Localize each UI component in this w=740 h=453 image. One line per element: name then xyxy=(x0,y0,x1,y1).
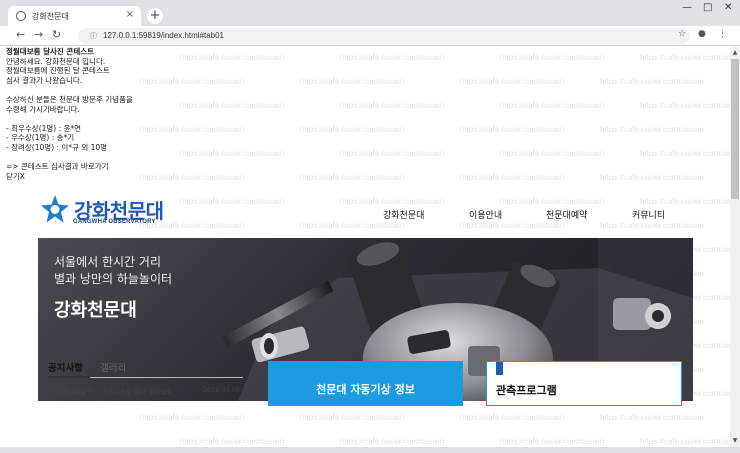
watermark-text: https://cafe.naver.com/ossam xyxy=(180,437,285,446)
page-viewport: https://cafe.naver.com/ossam https://cafe… xyxy=(0,47,730,447)
minimize-icon[interactable]: — xyxy=(682,2,692,13)
watermark-text: https://cafe.naver.com/ossam xyxy=(180,197,285,206)
star-logo-icon xyxy=(41,195,69,223)
nav-item-about[interactable]: 강화천문대 xyxy=(383,208,424,221)
watermark-text: https://cafe.naver.com/ossam xyxy=(300,221,405,230)
reload-icon[interactable]: ↻ xyxy=(52,28,61,41)
watermark-text: https://cafe.naver.com/ossam xyxy=(460,173,565,182)
notice-close-link[interactable]: 닫기X xyxy=(6,172,206,182)
new-tab-button[interactable]: + xyxy=(147,8,163,24)
watermark-text: https://cafe.naver.com/ossam xyxy=(340,197,445,206)
watermark-text: https://cafe.naver.com/ossam xyxy=(500,149,605,158)
url-text: 127.0.0.1:59819/index.html#tab01 xyxy=(103,31,224,40)
nav-item-guide[interactable]: 이용안내 xyxy=(469,208,502,221)
program-accent-bar xyxy=(496,362,503,375)
watermark-text: https://cafe.naver.com/ossam xyxy=(340,53,445,62)
favicon-icon xyxy=(16,11,26,21)
browser-tabbar: 강화천문대 × + — □ ✕ xyxy=(0,0,740,26)
notice-line: 정월대보름에 진행된 달 콘테스트 xyxy=(6,66,110,76)
watermark-text: https://cafe.naver.com/ossam xyxy=(460,125,565,134)
profile-icon[interactable]: ● xyxy=(698,29,706,39)
program-title: 관측프로그램 xyxy=(496,384,557,397)
watermark-text: https://cafe.naver.com/ossam xyxy=(640,437,730,446)
nav-item-reservation[interactable]: 천문대예약 xyxy=(546,208,587,221)
notice-line: 수령해 가시기바랍니다. xyxy=(6,104,80,114)
vertical-scrollbar[interactable]: ▲ ▼ xyxy=(730,47,740,447)
notice-line: 수상하신 분들은 천문대 방문후 기념품을 xyxy=(6,94,133,104)
watermark-text: https://cafe.naver.com/ossam xyxy=(500,437,605,446)
address-bar[interactable]: ⓘ 127.0.0.1:59819/index.html#tab01 xyxy=(78,28,690,44)
award-line: - 최우수상(1명) : 윤*연 xyxy=(6,123,82,133)
watermark-text: https://cafe.naver.com/ossam xyxy=(640,53,730,62)
watermark-text: https://cafe.naver.com/ossam xyxy=(460,413,565,422)
notice-item-date: 2019.03.05 xyxy=(202,386,240,394)
hero-subtitle-line: 별과 낭만의 하늘놀이터 xyxy=(54,272,173,286)
watermark-text: https://cafe.naver.com/ossam xyxy=(640,101,730,110)
watermark-text: https://cafe.naver.com/ossam xyxy=(140,413,245,422)
watermark-text: https://cafe.naver.com/ossam xyxy=(600,173,705,182)
watermark-text: https://cafe.naver.com/ossam xyxy=(640,149,730,158)
contest-notice-popup: 정월대보름 달사진 콘테스트 안녕하세요. 강화천문대 입니다. 정월대보름에 … xyxy=(6,47,206,181)
weather-info-box[interactable]: 천문대 자동기상 정보 xyxy=(268,361,463,406)
forward-icon[interactable]: → xyxy=(34,28,43,41)
hero-subtitle-line: 서울에서 한시간 거리 xyxy=(54,255,161,269)
menu-icon[interactable]: ⋮ xyxy=(718,29,727,39)
watermark-text: https://cafe.naver.com/ossam xyxy=(460,221,565,230)
watermark-text: https://cafe.naver.com/ossam xyxy=(600,125,705,134)
notice-list-item[interactable]: · 정월대보름 달사진 콘테스트 심사 결과발표 2019.03.05 xyxy=(52,386,240,396)
tab-close-icon[interactable]: × xyxy=(126,9,134,20)
scroll-down-icon[interactable]: ▼ xyxy=(730,437,740,444)
site-logo[interactable]: 강화천문대 GANGWHA OBSERVATORY xyxy=(40,194,164,225)
result-link[interactable]: => 콘테스트 심사결과 바로가기 xyxy=(6,162,206,172)
hero-subtitle: 서울에서 한시간 거리 별과 낭만의 하늘놀이터 xyxy=(54,254,172,288)
watermark-text: https://cafe.naver.com/ossam xyxy=(500,53,605,62)
browser-toolbar: ← → ↻ ⓘ 127.0.0.1:59819/index.html#tab01 … xyxy=(0,26,740,46)
watermark-text: https://cafe.naver.com/ossam xyxy=(600,77,705,86)
browser-tab[interactable]: 강화천문대 × xyxy=(8,6,141,26)
award-line: - 장려상(10명) : 이*규 외 10명 xyxy=(6,142,108,152)
notice-line: 심사 결과가 나왔습니다. xyxy=(6,75,83,85)
watermark-text: https://cafe.naver.com/ossam xyxy=(600,221,705,230)
program-box[interactable]: 관측프로그램 xyxy=(486,361,682,406)
tab-gallery[interactable]: 갤러리 xyxy=(100,360,126,374)
watermark-text: https://cafe.naver.com/ossam xyxy=(340,101,445,110)
site-info-icon[interactable]: ⓘ xyxy=(90,33,97,40)
watermark-text: https://cafe.naver.com/ossam xyxy=(300,413,405,422)
maximize-icon[interactable]: □ xyxy=(703,2,712,13)
close-window-icon[interactable]: ✕ xyxy=(724,2,732,13)
scrollbar-thumb[interactable] xyxy=(731,59,739,199)
scroll-up-icon[interactable]: ▲ xyxy=(730,49,740,56)
watermark-text: https://cafe.naver.com/ossam xyxy=(300,173,405,182)
hero-title: 강화천문대 xyxy=(54,300,137,321)
window-bottom-edge xyxy=(0,447,740,453)
logo-english-text: GANGWHA OBSERVATORY xyxy=(73,219,156,225)
watermark-text: https://cafe.naver.com/ossam xyxy=(500,101,605,110)
watermark-text: https://cafe.naver.com/ossam xyxy=(500,197,605,206)
notice-item-title: · 정월대보름 달사진 콘테스트 심사 결과발표 xyxy=(52,388,173,396)
award-line: - 우수상(1명) : 송*기 xyxy=(6,133,75,143)
watermark-text: https://cafe.naver.com/ossam xyxy=(640,197,730,206)
watermark-text: https://cafe.naver.com/ossam xyxy=(460,77,565,86)
watermark-text: https://cafe.naver.com/ossam xyxy=(340,149,445,158)
watermark-text: https://cafe.naver.com/ossam xyxy=(300,77,405,86)
notice-title: 정월대보름 달사진 콘테스트 xyxy=(6,47,95,56)
bookmark-star-icon[interactable]: ☆ xyxy=(678,29,686,39)
watermark-text: https://cafe.naver.com/ossam xyxy=(340,437,445,446)
back-icon[interactable]: ← xyxy=(16,28,25,41)
watermark-text: https://cafe.naver.com/ossam xyxy=(600,413,705,422)
nav-item-community[interactable]: 커뮤니티 xyxy=(632,208,665,221)
tab-title: 강화천문대 xyxy=(32,11,69,21)
notice-line: 안녕하세요. 강화천문대 입니다. xyxy=(6,56,106,66)
tab-notice[interactable]: 공지사항 xyxy=(48,360,83,374)
watermark-text: https://cafe.naver.com/ossam xyxy=(300,125,405,134)
